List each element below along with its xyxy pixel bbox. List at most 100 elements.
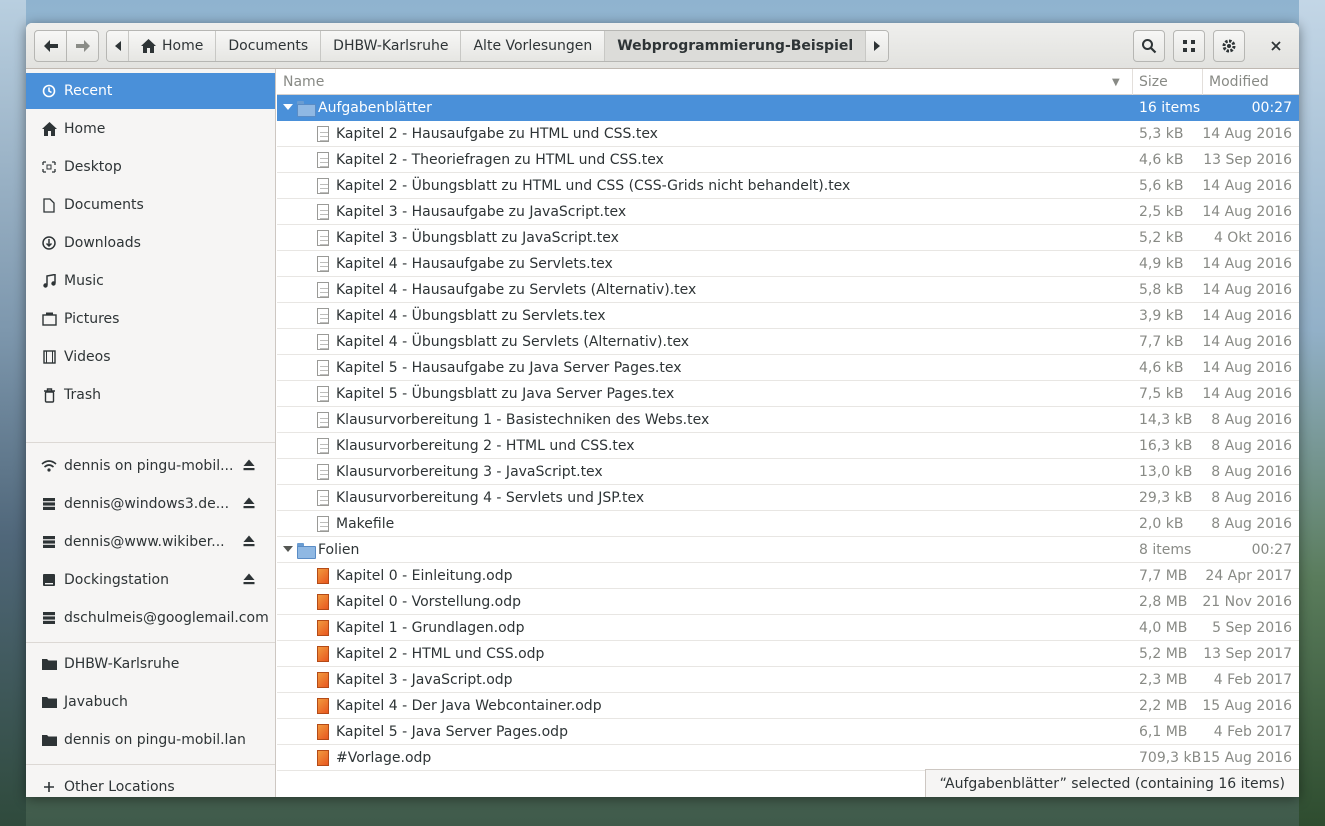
file-row[interactable]: Kapitel 2 - Hausaufgabe zu HTML und CSS.…	[277, 121, 1299, 147]
view-toggle-button[interactable]	[1173, 30, 1205, 62]
sidebar-item-label: Music	[64, 273, 104, 289]
gear-icon	[1222, 39, 1236, 53]
text-file-icon	[317, 204, 329, 220]
sidebar-item-dennis-on-pingu-mobil[interactable]: dennis on pingu-mobil...	[26, 448, 275, 484]
file-row[interactable]: Kapitel 5 - Java Server Pages.odp 6,1 MB 4…	[277, 719, 1299, 745]
folder-row[interactable]: Folien 8 items 00:27	[277, 537, 1299, 563]
sidebar-item-dennis-windows3-de[interactable]: dennis@windows3.de...	[26, 486, 275, 522]
breadcrumb-item[interactable]: Documents	[216, 31, 322, 61]
sidebar-item-dhbw-karlsruhe[interactable]: DHBW-Karlsruhe	[26, 646, 275, 682]
file-name: Kapitel 2 - Übungsblatt zu HTML und CSS …	[336, 178, 851, 194]
text-file-icon	[317, 334, 329, 350]
file-row[interactable]: Kapitel 5 - Hausaufgabe zu Java Server P…	[277, 355, 1299, 381]
breadcrumb-item[interactable]: DHBW-Karlsruhe	[321, 31, 462, 61]
text-file-icon	[317, 282, 329, 298]
file-row[interactable]: Kapitel 4 - Hausaufgabe zu Servlets (Alt…	[277, 277, 1299, 303]
column-divider[interactable]	[1202, 69, 1203, 95]
sidebar-item-trash[interactable]: Trash	[26, 377, 275, 413]
sidebar-item-home[interactable]: Home	[26, 111, 275, 147]
breadcrumb-label: Alte Vorlesungen	[473, 38, 593, 54]
file-row[interactable]: Kapitel 2 - Theoriefragen zu HTML und CS…	[277, 147, 1299, 173]
file-size: 4,9 kB	[1139, 256, 1184, 272]
sidebar-item-dennis-www-wikiber[interactable]: dennis@www.wikiber...	[26, 524, 275, 560]
file-row[interactable]: Kapitel 2 - HTML und CSS.odp 5,2 MB 13 Sep…	[277, 641, 1299, 667]
sidebar-item-documents[interactable]: Documents	[26, 187, 275, 223]
file-row[interactable]: Kapitel 0 - Vorstellung.odp 2,8 MB 21 Nov …	[277, 589, 1299, 615]
presentation-file-icon	[317, 750, 329, 766]
expander-arrow-icon[interactable]	[283, 546, 293, 552]
sidebar-item-desktop[interactable]: Desktop	[26, 149, 275, 185]
chevron-right-icon	[874, 41, 881, 51]
file-row[interactable]: Kapitel 3 - Hausaufgabe zu JavaScript.te…	[277, 199, 1299, 225]
file-row[interactable]: Makefile 2,0 kB 8 Aug 2016	[277, 511, 1299, 537]
eject-icon[interactable]	[243, 459, 255, 475]
breadcrumb-label: DHBW-Karlsruhe	[333, 38, 449, 54]
file-row[interactable]: Kapitel 4 - Übungsblatt zu Servlets (Alt…	[277, 329, 1299, 355]
close-button[interactable]	[1262, 30, 1290, 62]
home-icon	[40, 121, 58, 137]
file-name: Folien	[318, 542, 360, 558]
file-list: Name ▼ Size Modified Aufgabenblätter 16 i…	[277, 69, 1299, 797]
presentation-file-icon	[317, 724, 329, 740]
sidebar-item-music[interactable]: Music	[26, 263, 275, 299]
file-row[interactable]: Klausurvorbereitung 2 - HTML und CSS.tex…	[277, 433, 1299, 459]
presentation-file-icon	[317, 568, 329, 584]
sidebar-item-dennis-on-pingu-mobil-lan[interactable]: dennis on pingu-mobil.lan	[26, 722, 275, 758]
file-row[interactable]: Kapitel 3 - JavaScript.odp 2,3 MB 4 Feb 20…	[277, 667, 1299, 693]
column-size-header[interactable]: Size	[1139, 69, 1168, 95]
file-modified: 14 Aug 2016	[1202, 360, 1292, 376]
file-row[interactable]: Kapitel 4 - Der Java Webcontainer.odp 2,2…	[277, 693, 1299, 719]
eject-icon[interactable]	[243, 535, 255, 551]
breadcrumb-item[interactable]: Webprogrammierung-Beispiel	[605, 31, 867, 61]
sidebar-item-label: Recent	[64, 83, 113, 99]
file-row[interactable]: Kapitel 5 - Übungsblatt zu Java Server P…	[277, 381, 1299, 407]
file-row[interactable]: Kapitel 1 - Grundlagen.odp 4,0 MB 5 Sep 20…	[277, 615, 1299, 641]
eject-icon[interactable]	[243, 573, 255, 589]
file-name: Kapitel 1 - Grundlagen.odp	[336, 620, 525, 636]
file-name: #Vorlage.odp	[336, 750, 432, 766]
file-row[interactable]: Kapitel 4 - Übungsblatt zu Servlets.tex 3…	[277, 303, 1299, 329]
file-modified: 14 Aug 2016	[1202, 178, 1292, 194]
file-row[interactable]: Kapitel 2 - Übungsblatt zu HTML und CSS …	[277, 173, 1299, 199]
sidebar-item-other-locations[interactable]: Other Locations	[26, 769, 275, 797]
file-name: Klausurvorbereitung 2 - HTML und CSS.tex	[336, 438, 635, 454]
sidebar-item-label: Pictures	[64, 311, 120, 327]
file-row[interactable]: Kapitel 3 - Übungsblatt zu JavaScript.te…	[277, 225, 1299, 251]
file-size: 29,3 kB	[1139, 490, 1193, 506]
file-row[interactable]: Klausurvorbereitung 1 - Basistechniken d…	[277, 407, 1299, 433]
file-name: Kapitel 4 - Übungsblatt zu Servlets.tex	[336, 308, 606, 324]
expander-arrow-icon[interactable]	[283, 104, 293, 110]
file-row[interactable]: Klausurvorbereitung 4 - Servlets und JSP…	[277, 485, 1299, 511]
breadcrumb-item[interactable]: Alte Vorlesungen	[461, 31, 606, 61]
back-button[interactable]	[34, 30, 67, 62]
file-row[interactable]: Kapitel 4 - Hausaufgabe zu Servlets.tex 4…	[277, 251, 1299, 277]
breadcrumb-scroll-right-button[interactable]	[866, 31, 889, 61]
forward-button[interactable]	[66, 30, 99, 62]
sidebar-item-pictures[interactable]: Pictures	[26, 301, 275, 337]
file-size: 709,3 kB	[1139, 750, 1202, 766]
column-modified-header[interactable]: Modified	[1209, 69, 1269, 95]
file-size: 4,6 kB	[1139, 360, 1184, 376]
file-row[interactable]: Klausurvorbereitung 3 - JavaScript.tex 13…	[277, 459, 1299, 485]
folder-row[interactable]: Aufgabenblätter 16 items 00:27	[277, 95, 1299, 121]
file-row[interactable]: Kapitel 0 - Einleitung.odp 7,7 MB 24 Apr 2…	[277, 563, 1299, 589]
close-icon	[1271, 41, 1281, 51]
column-name-header[interactable]: Name	[283, 69, 324, 95]
breadcrumb-label: Home	[162, 38, 204, 54]
sidebar-item-videos[interactable]: Videos	[26, 339, 275, 375]
file-row[interactable]: #Vorlage.odp 709,3 kB 15 Aug 2016	[277, 745, 1299, 771]
sidebar-item-downloads[interactable]: Downloads	[26, 225, 275, 261]
sidebar-item-javabuch[interactable]: Javabuch	[26, 684, 275, 720]
file-name: Kapitel 4 - Hausaufgabe zu Servlets.tex	[336, 256, 613, 272]
server-icon	[40, 496, 58, 512]
presentation-file-icon	[317, 672, 329, 688]
search-button[interactable]	[1133, 30, 1165, 62]
sidebar-item-dschulmeis-googlemail-com[interactable]: dschulmeis@googlemail.com	[26, 600, 275, 636]
eject-icon[interactable]	[243, 497, 255, 513]
sidebar-item-recent[interactable]: Recent	[26, 73, 275, 109]
sidebar-item-dockingstation[interactable]: Dockingstation	[26, 562, 275, 598]
menu-button[interactable]	[1213, 30, 1245, 62]
column-divider[interactable]	[1132, 69, 1133, 95]
breadcrumb-item[interactable]: Home	[129, 31, 217, 61]
breadcrumb-scroll-left-button[interactable]	[107, 31, 129, 61]
